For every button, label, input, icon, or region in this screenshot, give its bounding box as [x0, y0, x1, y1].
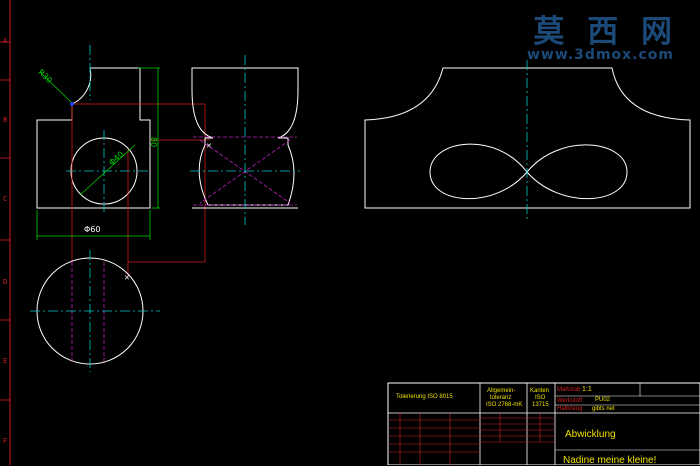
material-label: Werkstoff — [557, 398, 583, 404]
row-label-d: D — [3, 278, 8, 286]
scale-value: 1:1 — [582, 386, 592, 393]
edges-line-2: ISO — [535, 395, 546, 401]
row-label-c: C — [3, 195, 8, 203]
general-tolerance-line-3: ISO 2768-mK — [486, 402, 523, 408]
development-figure-eight — [429, 143, 628, 200]
tolerance-note: Tolerierung ISO 8015 — [396, 394, 453, 400]
drawing-frame — [0, 0, 11, 465]
general-tolerance-line-2: toleranz — [490, 395, 512, 401]
watermark-url: www.3dmox.com — [526, 47, 674, 63]
row-label-f: F — [3, 437, 8, 445]
scale-label: Maßstab — [557, 387, 581, 393]
weight-label: Halbzeug — [557, 406, 583, 412]
front-view[interactable]: R30 Φ40 80 Φ60 — [36, 45, 210, 276]
row-label-e: E — [3, 357, 8, 365]
drawing-title: Abwicklung — [565, 429, 616, 440]
row-label-b: B — [3, 116, 8, 124]
svg-text:✕: ✕ — [206, 142, 212, 150]
drawing-subtitle: Nadine meine kleine! — [563, 455, 657, 466]
development-view[interactable] — [364, 60, 691, 222]
dim-phi40-leader — [79, 144, 136, 196]
row-label-a: A — [3, 37, 8, 45]
watermark-title: 莫 西 网 — [533, 14, 678, 50]
svg-text:✕: ✕ — [124, 274, 130, 282]
dim-phi60-label: Φ60 — [84, 225, 100, 234]
edges-line-1: Kanten — [530, 388, 550, 394]
development-outline — [364, 67, 691, 209]
dim-phi40-label: Φ40 — [107, 150, 125, 168]
weight-value: gibts net — [592, 406, 615, 412]
general-tolerance-line-1: Allgemein- — [487, 388, 516, 394]
dim-80-label: 80 — [149, 137, 158, 147]
material-value: PU02 — [595, 397, 611, 403]
edges-line-3: 13715 — [532, 402, 549, 408]
top-view[interactable]: ✕ — [30, 250, 160, 372]
cad-drawing-canvas[interactable]: R30 Φ40 80 Φ60 ✕ ✕ — [0, 0, 700, 465]
